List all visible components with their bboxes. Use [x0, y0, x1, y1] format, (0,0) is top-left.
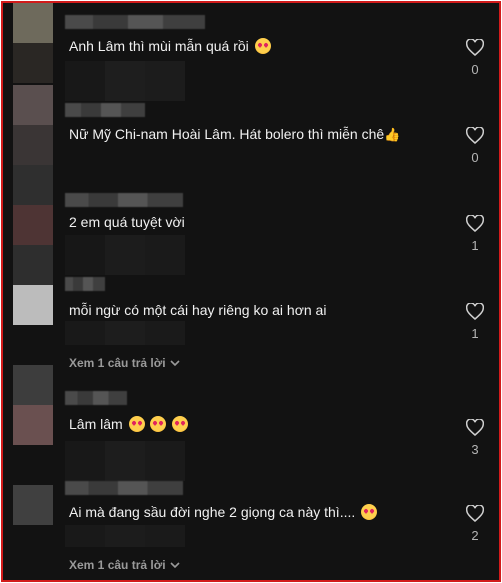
blur-block	[65, 235, 185, 275]
comment-text: Nữ Mỹ Chi-nam Hoài Lâm. Hát bolero thì m…	[69, 126, 401, 142]
heart-icon	[466, 127, 484, 144]
chevron-down-icon	[170, 360, 180, 367]
like-button[interactable]: 0	[463, 39, 487, 77]
like-count: 2	[471, 528, 479, 543]
thumbs-up-icon: 👍	[384, 127, 401, 142]
avatar-blur	[13, 365, 53, 405]
avatar-blur	[13, 205, 53, 245]
like-button[interactable]: 0	[463, 127, 487, 165]
avatar-blur	[13, 165, 53, 205]
like-count: 3	[471, 442, 479, 457]
comment-text: Anh Lâm thì mùi mẫn quá rồi	[69, 37, 271, 55]
blur-block	[65, 61, 185, 101]
username-blurred	[65, 277, 105, 291]
blur-block	[65, 525, 185, 547]
comments-panel: Anh Lâm thì mùi mẫn quá rồi 0 Nữ Mỹ Chi-…	[1, 1, 501, 582]
like-count: 0	[471, 150, 479, 165]
like-count: 1	[471, 238, 479, 253]
comment-text: Ai mà đang sầu đời nghe 2 giọng ca này t…	[69, 503, 378, 521]
smiling-hearts-emoji-icon	[150, 416, 167, 432]
username-blurred	[65, 481, 183, 495]
like-button[interactable]: 1	[463, 215, 487, 253]
like-count: 0	[471, 62, 479, 77]
comment-text: Lâm lâm	[69, 415, 189, 433]
heart-icon	[466, 215, 484, 232]
username-blurred	[65, 15, 205, 29]
like-button[interactable]: 1	[463, 303, 487, 341]
avatar-blur	[13, 485, 53, 525]
heart-icon	[466, 303, 484, 320]
avatar-blur	[13, 3, 53, 43]
smiling-hearts-emoji-icon	[172, 416, 189, 432]
username-blurred	[65, 103, 145, 117]
avatar-blur	[13, 125, 53, 165]
chevron-down-icon	[170, 562, 180, 569]
smiling-hearts-emoji-icon	[128, 416, 145, 432]
view-replies-button[interactable]: Xem 1 câu trả lời	[69, 558, 180, 572]
avatar-blur	[13, 43, 53, 83]
like-button[interactable]: 3	[463, 419, 487, 457]
comment-text: 2 em quá tuyệt vời	[69, 214, 185, 230]
avatar-blur	[13, 85, 53, 125]
smiling-hearts-emoji-icon	[254, 38, 271, 54]
avatar-blur	[13, 285, 53, 325]
view-replies-button[interactable]: Xem 1 câu trả lời	[69, 356, 180, 370]
heart-icon	[466, 39, 484, 56]
heart-icon	[466, 505, 484, 522]
username-blurred	[65, 193, 183, 207]
comment-text: mỗi ngừ có một cái hay riêng ko ai hơn a…	[69, 302, 327, 318]
heart-icon	[466, 419, 484, 436]
blur-block	[65, 321, 185, 345]
like-count: 1	[471, 326, 479, 341]
avatar-blur	[13, 405, 53, 445]
blur-block	[65, 441, 185, 481]
smiling-hearts-emoji-icon	[361, 504, 378, 520]
username-blurred	[65, 391, 127, 405]
avatar-blur	[13, 245, 53, 285]
like-button[interactable]: 2	[463, 505, 487, 543]
